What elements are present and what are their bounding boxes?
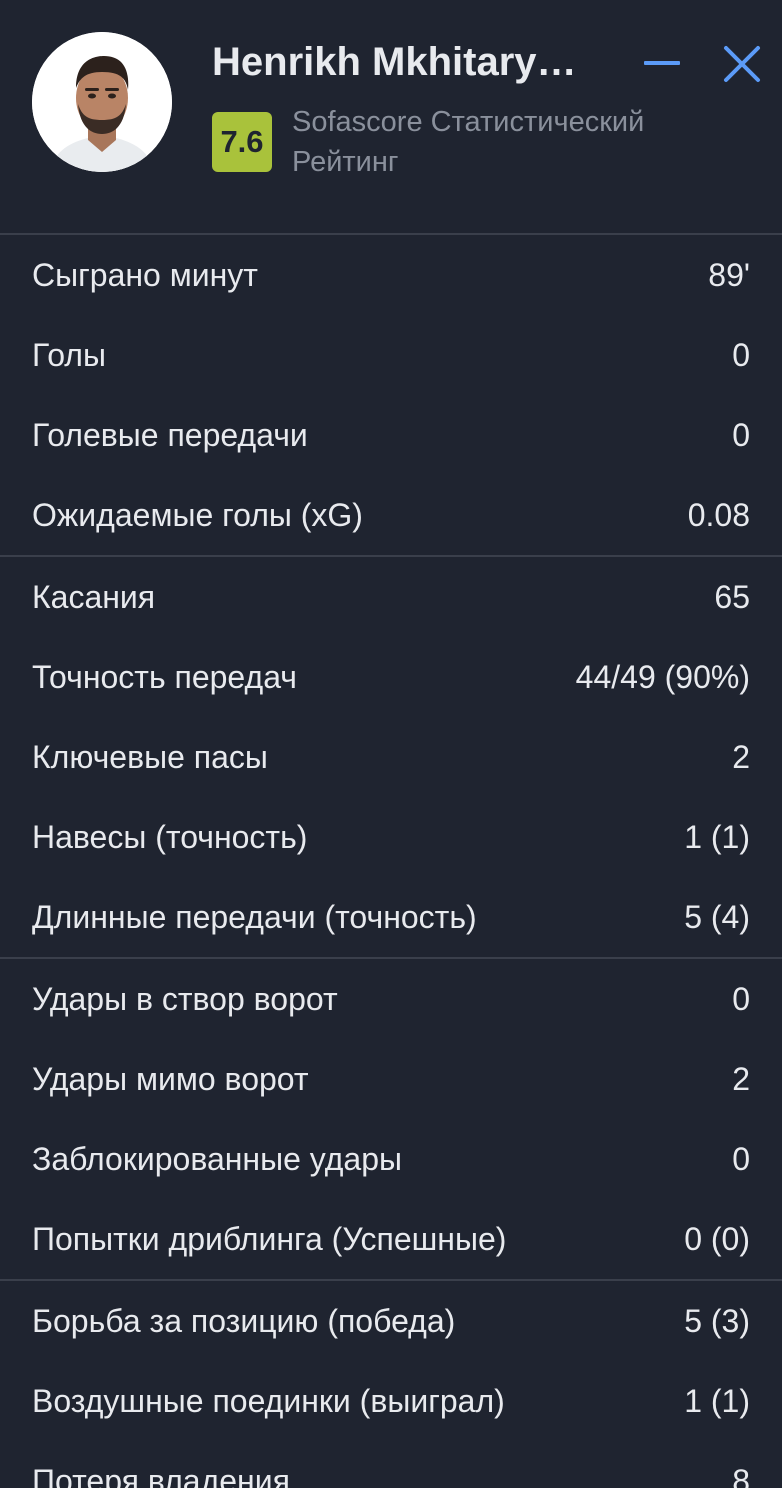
stat-row: Борьба за позицию (победа) 5 (3)	[0, 1281, 782, 1361]
stat-row: Голевые передачи 0	[0, 395, 782, 475]
stat-row: Касания 65	[0, 557, 782, 637]
stat-row: Удары мимо ворот 2	[0, 1039, 782, 1119]
stat-label: Сыграно минут	[32, 256, 258, 293]
stat-value: 2	[732, 1060, 750, 1097]
stat-label: Потеря владения	[32, 1462, 290, 1488]
stat-label: Голы	[32, 336, 106, 373]
stat-label: Ожидаемые голы (xG)	[32, 496, 363, 533]
stats-group-general: Сыграно минут 89' Голы 0 Голевые передач…	[0, 233, 782, 555]
stat-label: Длинные передачи (точность)	[32, 898, 477, 935]
stat-value: 44/49 (90%)	[575, 658, 750, 695]
stat-label: Голевые передачи	[32, 416, 308, 453]
stats-group-shooting: Удары в створ ворот 0 Удары мимо ворот 2…	[0, 957, 782, 1279]
rating-label: Sofascore Статистический Рейтинг	[292, 106, 645, 178]
stat-value: 0	[732, 980, 750, 1017]
stat-value: 65	[714, 578, 750, 615]
stat-row: Точность передач 44/49 (90%)	[0, 637, 782, 717]
stat-value: 1 (1)	[684, 818, 750, 855]
stat-row: Удары в створ ворот 0	[0, 959, 782, 1039]
stat-row: Сыграно минут 89'	[0, 235, 782, 315]
stat-label: Попытки дриблинга (Успешные)	[32, 1220, 507, 1257]
stat-value: 0	[732, 1140, 750, 1177]
player-header: Henrikh Mkhitary… 7.6 Sofascore Статисти…	[0, 0, 782, 233]
stats-list: Сыграно минут 89' Голы 0 Голевые передач…	[0, 233, 782, 1488]
stat-value: 2	[732, 738, 750, 775]
stat-value: 0	[732, 416, 750, 453]
stat-value: 5 (3)	[684, 1302, 750, 1339]
player-name[interactable]: Henrikh Mkhitary…	[212, 36, 612, 88]
stat-row: Потеря владения 8	[0, 1441, 782, 1488]
stat-row: Заблокированные удары 0	[0, 1119, 782, 1199]
player-avatar-icon	[32, 32, 172, 172]
stat-row: Навесы (точность) 1 (1)	[0, 797, 782, 877]
stat-label: Ключевые пасы	[32, 738, 268, 775]
stat-label: Удары мимо ворот	[32, 1060, 309, 1097]
stat-row: Попытки дриблинга (Успешные) 0 (0)	[0, 1199, 782, 1279]
stat-label: Заблокированные удары	[32, 1140, 402, 1177]
stats-group-passing: Касания 65 Точность передач 44/49 (90%) …	[0, 555, 782, 957]
stat-value: 1 (1)	[684, 1382, 750, 1419]
stat-value: 8	[732, 1462, 750, 1488]
stat-label: Точность передач	[32, 658, 297, 695]
close-icon[interactable]	[722, 44, 762, 84]
stat-value: 0	[732, 336, 750, 373]
rating-badge: 7.6	[212, 112, 272, 172]
stat-value: 89'	[708, 256, 750, 293]
stat-row: Голы 0	[0, 315, 782, 395]
stat-label: Удары в створ ворот	[32, 980, 338, 1017]
minus-icon[interactable]	[642, 48, 682, 78]
stat-row: Длинные передачи (точность) 5 (4)	[0, 877, 782, 957]
stats-group-duels: Борьба за позицию (победа) 5 (3) Воздушн…	[0, 1279, 782, 1488]
stat-label: Навесы (точность)	[32, 818, 308, 855]
stat-label: Воздушные поединки (выиграл)	[32, 1382, 505, 1419]
stat-row: Воздушные поединки (выиграл) 1 (1)	[0, 1361, 782, 1441]
stat-value: 5 (4)	[684, 898, 750, 935]
stat-value: 0 (0)	[684, 1220, 750, 1257]
stat-row: Ожидаемые голы (xG) 0.08	[0, 475, 782, 555]
stat-row: Ключевые пасы 2	[0, 717, 782, 797]
stat-label: Борьба за позицию (победа)	[32, 1302, 456, 1339]
stat-label: Касания	[32, 578, 156, 615]
stat-value: 0.08	[687, 496, 750, 533]
